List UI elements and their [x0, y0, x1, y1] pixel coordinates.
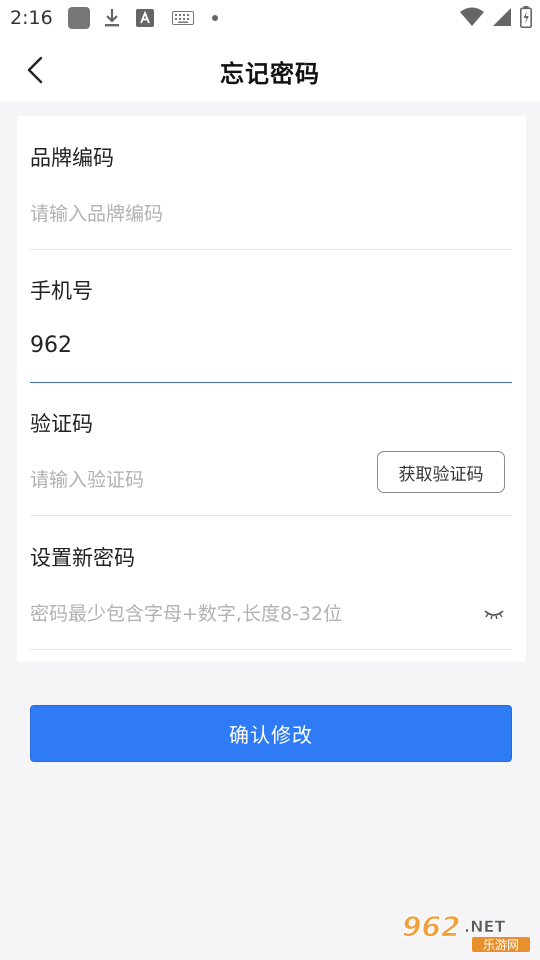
verify-code-input[interactable] — [30, 460, 360, 500]
phone-label: 手机号 — [30, 279, 93, 303]
notification-dot-icon — [212, 15, 218, 21]
confirm-change-button[interactable]: 确认修改 — [30, 705, 512, 762]
verify-code-field: 验证码 获取验证码 — [30, 382, 512, 516]
verify-code-label: 验证码 — [30, 412, 93, 436]
page-title: 忘记密码 — [220, 60, 320, 88]
brand-code-input[interactable] — [30, 194, 360, 234]
phone-input[interactable] — [30, 325, 360, 365]
phone-field: 手机号 — [30, 249, 512, 383]
form-card: 品牌编码 手机号 验证码 获取验证码 设置新密码 — [17, 116, 526, 662]
wifi-icon — [460, 7, 484, 31]
signal-icon — [492, 7, 512, 31]
status-time: 2:16 — [10, 7, 53, 29]
site-watermark-logo: 962 .NET 乐游网 — [400, 906, 534, 954]
keyboard-icon — [172, 11, 194, 25]
new-password-input[interactable] — [30, 594, 470, 634]
svg-text:乐游网: 乐游网 — [483, 938, 519, 952]
svg-text:962: 962 — [402, 910, 460, 943]
get-verify-code-button[interactable]: 获取验证码 — [377, 451, 505, 493]
status-bar: 2:16 — [0, 0, 540, 36]
svg-text:.NET: .NET — [464, 917, 505, 936]
brand-code-label: 品牌编码 — [30, 146, 114, 170]
eye-closed-icon — [484, 610, 504, 620]
download-icon — [104, 8, 120, 28]
password-visibility-toggle[interactable] — [482, 604, 506, 626]
app-icon — [68, 7, 90, 29]
navigation-bar: 忘记密码 — [0, 36, 540, 102]
font-icon — [136, 9, 154, 27]
battery-icon — [520, 6, 532, 32]
brand-code-field: 品牌编码 — [30, 116, 512, 250]
new-password-label: 设置新密码 — [30, 546, 135, 570]
new-password-field: 设置新密码 — [30, 516, 512, 650]
